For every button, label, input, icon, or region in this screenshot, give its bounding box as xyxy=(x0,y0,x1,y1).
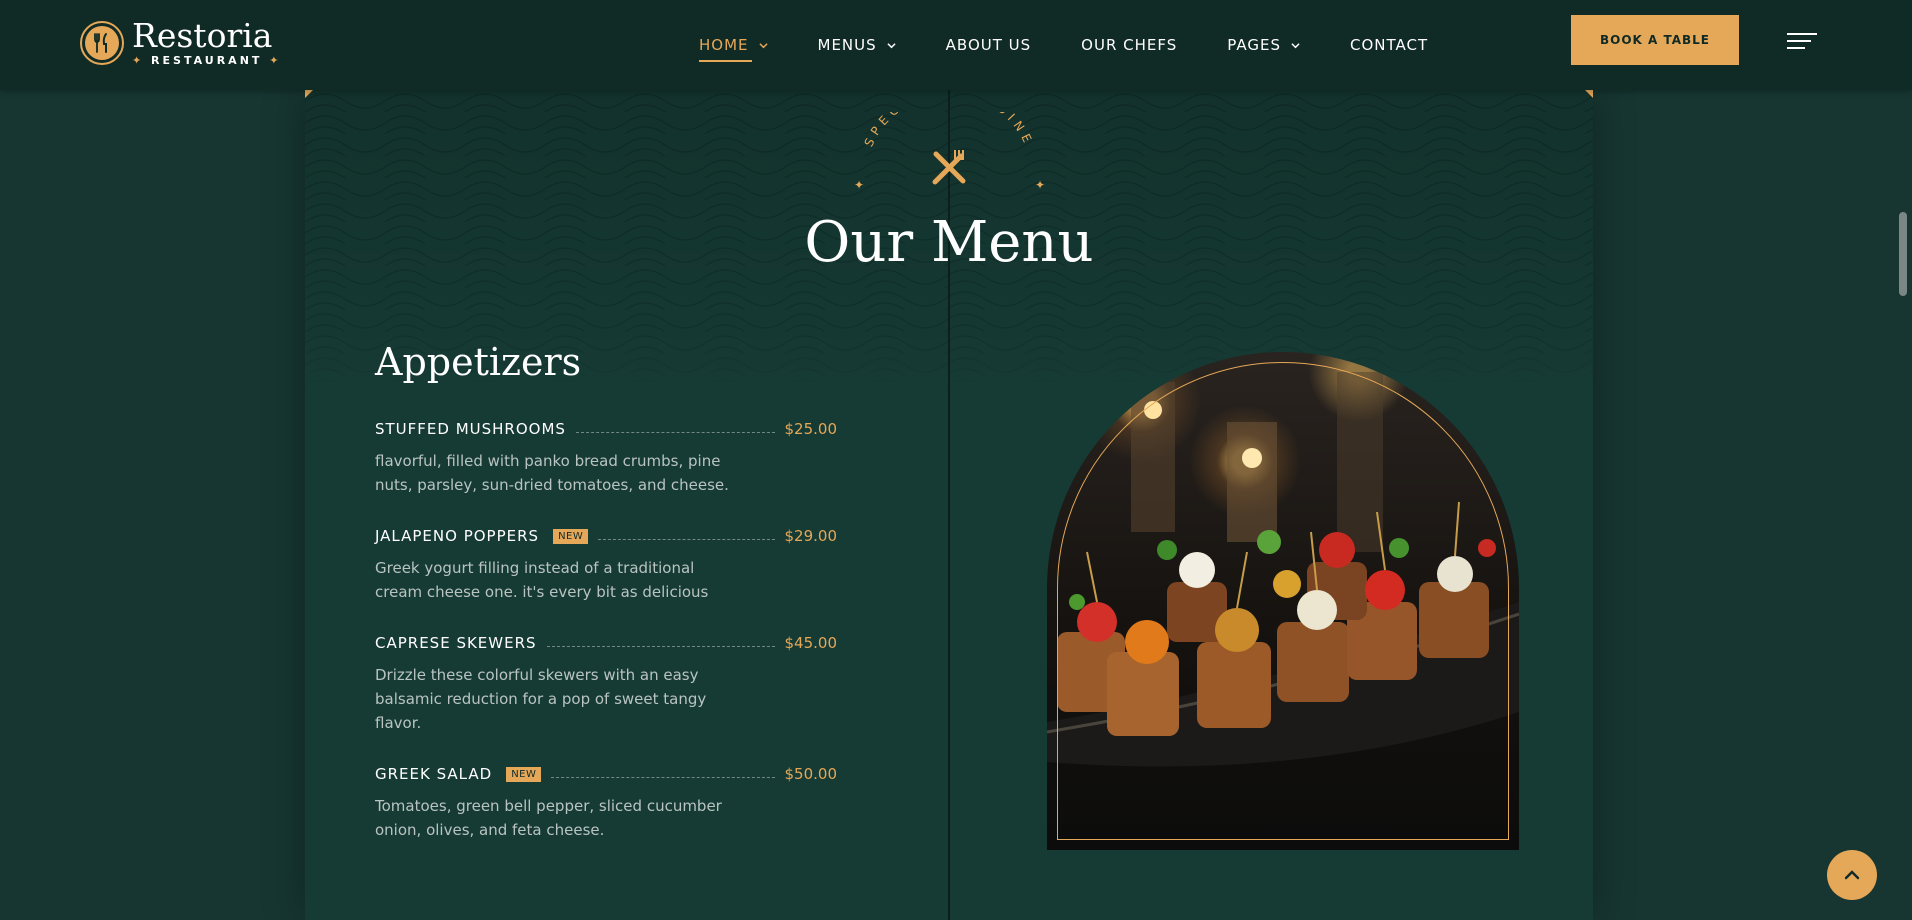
menu-item-price: $25.00 xyxy=(784,420,838,438)
new-badge: NEW xyxy=(553,528,589,544)
fork-knife-icon xyxy=(80,21,124,65)
hamburger-icon[interactable] xyxy=(1787,33,1817,51)
menu-item: STUFFED MUSHROOMS $25.00 flavorful, fill… xyxy=(375,418,837,497)
menu-item-description: Tomatoes, green bell pepper, sliced cucu… xyxy=(375,797,722,839)
menu-item: JALAPENO POPPERS NEW $29.00 Greek yogurt… xyxy=(375,525,837,604)
scrollbar[interactable] xyxy=(1899,212,1907,296)
book-a-table-button[interactable]: BOOK A TABLE xyxy=(1571,15,1739,65)
nav-pages-label: PAGES xyxy=(1227,36,1281,54)
menu-item-name: STUFFED MUSHROOMS xyxy=(375,420,566,438)
nav-our-chefs[interactable]: OUR CHEFS xyxy=(1081,36,1177,54)
nav-about-us-label: ABOUT US xyxy=(945,36,1032,54)
chevron-down-icon xyxy=(887,42,896,48)
menu-item-price: $29.00 xyxy=(784,527,838,545)
nav-about-us[interactable]: ABOUT US xyxy=(946,36,1032,54)
new-badge: NEW xyxy=(506,766,542,782)
menu-item-name: GREEK SALAD xyxy=(375,765,493,783)
svg-text:✦: ✦ xyxy=(1035,178,1045,192)
menu-item-price: $45.00 xyxy=(784,634,838,652)
nav-menus-label: MENUS xyxy=(817,36,877,54)
menu-item-description: Drizzle these colorful skewers with an e… xyxy=(375,666,707,732)
menu-card: SPECIAL FINE DINE ✦ ✦ Our Menu Appetizer… xyxy=(305,90,1593,920)
nav-pages[interactable]: PAGES xyxy=(1227,36,1300,54)
chevron-down-icon xyxy=(1291,42,1300,48)
menu-item: GREEK SALAD NEW $50.00 Tomatoes, green b… xyxy=(375,763,837,842)
crossed-fork-knife-icon xyxy=(932,150,966,185)
nav-contact[interactable]: CONTACT xyxy=(1350,36,1428,54)
chevron-up-icon xyxy=(1844,870,1860,880)
main-nav: HOME MENUS ABOUT US OUR CHEFS PAGES CONT… xyxy=(699,33,1478,62)
svg-text:SPECIAL FINE DINE: SPECIAL FINE DINE xyxy=(862,112,1037,149)
chevron-down-icon xyxy=(758,42,768,48)
menu-item-description: flavorful, filled with panko bread crumb… xyxy=(375,452,729,494)
logo[interactable]: Restoria ✦ RESTAURANT ✦ xyxy=(80,18,281,68)
back-to-top-button[interactable] xyxy=(1827,850,1877,900)
emblem-text: SPECIAL FINE DINE xyxy=(862,112,1032,149)
logo-name: Restoria xyxy=(132,16,273,55)
site-header: Restoria ✦ RESTAURANT ✦ HOME MENUS ABOUT… xyxy=(0,0,1912,90)
menu-item: CAPRESE SKEWERS $45.00 Drizzle these col… xyxy=(375,632,837,735)
svg-text:✦: ✦ xyxy=(854,178,864,192)
menu-item-name: JALAPENO POPPERS xyxy=(375,527,540,545)
photo-frame xyxy=(1057,362,1509,840)
menu-item-price: $50.00 xyxy=(784,765,838,783)
logo-subtitle: RESTAURANT xyxy=(151,54,263,67)
menu-item-name: CAPRESE SKEWERS xyxy=(375,634,537,652)
nav-menus[interactable]: MENUS xyxy=(818,36,896,54)
nav-contact-label: CONTACT xyxy=(1349,36,1429,54)
nav-our-chefs-label: OUR CHEFS xyxy=(1081,36,1178,54)
nav-home-label: HOME xyxy=(699,36,749,54)
nav-home[interactable]: HOME xyxy=(699,36,768,62)
section-title: Appetizers xyxy=(375,340,582,384)
menu-item-description: Greek yogurt filling instead of a tradit… xyxy=(375,559,709,601)
page-title: Our Menu xyxy=(804,210,1094,275)
special-fine-dine-emblem: SPECIAL FINE DINE ✦ ✦ xyxy=(854,112,1045,192)
